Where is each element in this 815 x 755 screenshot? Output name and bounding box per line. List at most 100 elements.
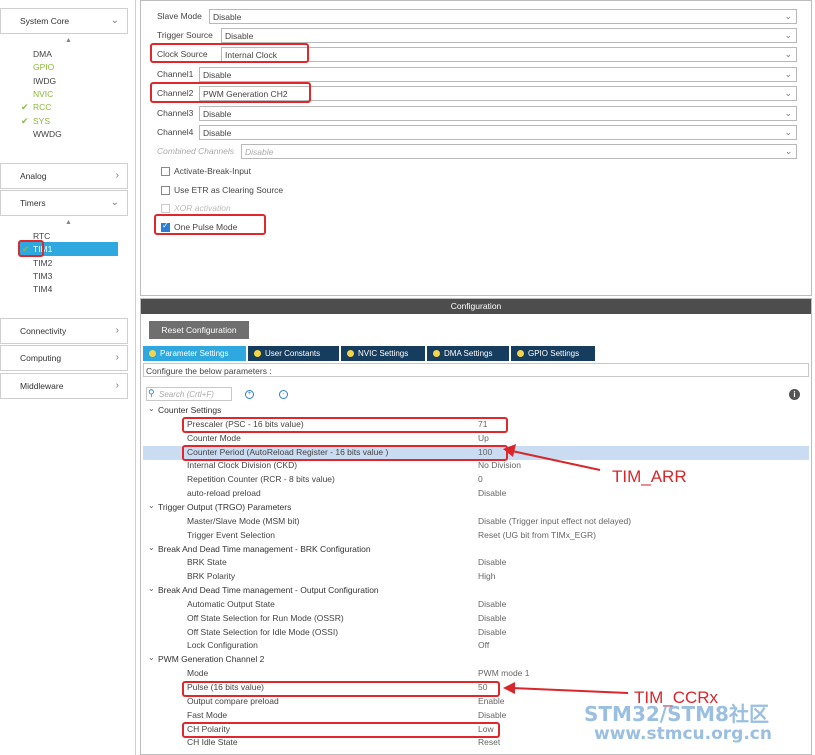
param-value[interactable]: Disable [478,627,506,637]
tab-status-icon [433,350,440,357]
param-value[interactable]: Disable [478,557,506,567]
param-group[interactable]: ⌄ Counter Settings [143,404,809,418]
collapse-icon[interactable]: ⌄ [148,404,155,413]
info-icon[interactable]: i [789,389,800,400]
sidebar: System Core ⌄ ▲ DMA GPIO IWDG NVIC RCC ✔ SYS ✔ W… [0,0,136,755]
param-row[interactable]: Mode PWM mode 1 [143,667,809,681]
sidebar-item-iwdg[interactable]: IWDG [33,76,56,86]
collapse-all-icon[interactable]: - [279,390,288,399]
category-analog[interactable]: Analog › [0,163,128,189]
param-group[interactable]: ⌄ Trigger Output (TRGO) Parameters [143,501,809,515]
param-row[interactable]: Trigger Event Selection Reset (UG bit fro… [143,529,809,543]
sort-icon[interactable]: ▲ [65,219,72,226]
param-name: Counter Mode [187,432,241,443]
chevron-down-icon: ⌄ [784,88,792,98]
configuration-panel: Configuration Reset Configuration Parame… [140,298,812,755]
one-pulse-highlight-box [154,214,266,235]
counter-period-highlight-box [182,445,508,461]
chevron-right-icon: › [115,325,119,336]
param-value[interactable]: Disable (Trigger input effect not delaye… [478,516,631,526]
param-row[interactable]: BRK State Disable [143,556,809,570]
sidebar-item-dma[interactable]: DMA [33,49,52,59]
param-row[interactable]: auto-reload preload Disable [143,487,809,501]
chevron-down-icon: ⌄ [784,49,792,59]
category-label: System Core [20,16,70,26]
mode-select[interactable]: Disable ⌄ [199,125,797,140]
checkbox-box[interactable] [161,167,170,176]
param-name: Break And Dead Time management - BRK Con… [158,543,371,554]
param-value[interactable]: Enable [478,696,504,706]
reset-configuration-button[interactable]: Reset Configuration [149,321,249,339]
param-row[interactable]: Counter Mode Up [143,432,809,446]
sidebar-item-nvic[interactable]: NVIC [33,89,53,99]
mode-row-label: Channel3 [157,108,194,118]
category-computing[interactable]: Computing › [0,345,128,371]
param-group[interactable]: ⌄ Break And Dead Time management - BRK Co… [143,543,809,557]
mode-select[interactable]: Disable ⌄ [209,9,797,24]
param-value[interactable]: Reset (UG bit from TIMx_EGR) [478,530,596,540]
category-middleware[interactable]: Middleware › [0,373,128,399]
tab-label: Parameter Settings [160,349,229,358]
param-row[interactable]: Off State Selection for Run Mode (OSSR) D… [143,612,809,626]
param-name: Mode [187,668,209,679]
param-value[interactable]: Up [478,433,489,443]
param-value[interactable]: Disable [478,599,506,609]
category-connectivity[interactable]: Connectivity › [0,318,128,344]
sidebar-item-tim2[interactable]: TIM2 [33,258,52,268]
param-row[interactable]: Lock Configuration Off [143,639,809,653]
sidebar-item-tim4[interactable]: TIM4 [33,284,52,294]
param-value[interactable]: Disable [478,488,506,498]
param-row[interactable]: BRK Polarity High [143,570,809,584]
tab-label: NVIC Settings [358,349,409,358]
chevron-right-icon: › [115,380,119,391]
param-value[interactable]: PWM mode 1 [478,668,530,678]
param-value[interactable]: Disable [478,710,506,720]
mode-select[interactable]: Disable ⌄ [199,67,797,82]
param-value[interactable]: No Division [478,460,521,470]
category-timers[interactable]: Timers ⌄ [0,190,128,216]
sidebar-item-wwdg[interactable]: WWDG [33,129,62,139]
param-row[interactable]: Repetition Counter (RCR - 8 bits value) 0 [143,473,809,487]
tab-nvic-settings[interactable]: NVIC Settings [341,346,425,361]
param-row[interactable]: Internal Clock Division (CKD) No Division [143,459,809,473]
sidebar-item-tim3[interactable]: TIM3 [33,271,52,281]
mode-row-label: Channel1 [157,69,194,79]
param-value[interactable]: Disable [478,613,506,623]
param-group[interactable]: ⌄ PWM Generation Channel 2 [143,653,809,667]
mode-select[interactable]: Disable ⌄ [221,28,797,43]
mode-select[interactable]: Disable ⌄ [199,106,797,121]
tab-status-icon [254,350,261,357]
sort-icon[interactable]: ▲ [65,37,72,44]
sidebar-item-gpio[interactable]: GPIO [33,62,54,72]
param-row[interactable]: Master/Slave Mode (MSM bit) Disable (Trig… [143,515,809,529]
param-value[interactable]: Reset [478,737,500,747]
param-group[interactable]: ⌄ Break And Dead Time management - Output… [143,584,809,598]
param-row[interactable]: Off State Selection for Idle Mode (OSSI)… [143,626,809,640]
sidebar-item-rcc[interactable]: RCC [33,102,51,112]
collapse-icon[interactable]: ⌄ [148,584,155,593]
tab-gpio-settings[interactable]: GPIO Settings [511,346,595,361]
checkbox-box[interactable] [161,186,170,195]
collapse-icon[interactable]: ⌄ [148,501,155,510]
tab-dma-settings[interactable]: DMA Settings [427,346,509,361]
tab-user-constants[interactable]: User Constants [248,346,339,361]
category-label: Analog [20,171,47,181]
param-value[interactable]: 0 [478,474,483,484]
chevron-down-icon: ⌄ [784,108,792,118]
search-input[interactable]: ⚲ Search (Crtl+F) [146,387,232,401]
search-placeholder: Search (Crtl+F) [159,390,214,399]
sidebar-item-sys[interactable]: SYS [33,116,50,126]
param-row[interactable]: Automatic Output State Disable [143,598,809,612]
category-system-core[interactable]: System Core ⌄ [0,8,128,34]
tab-parameter-settings[interactable]: Parameter Settings [143,346,246,361]
param-value[interactable]: Off [478,640,489,650]
param-name: Trigger Output (TRGO) Parameters [158,501,292,512]
collapse-icon[interactable]: ⌄ [148,543,155,552]
tab-status-icon [517,350,524,357]
param-name: Automatic Output State [187,598,275,609]
collapse-icon[interactable]: ⌄ [148,653,155,662]
param-value[interactable]: High [478,571,495,581]
configuration-header: Configuration [141,299,811,314]
expand-all-icon[interactable]: + [245,390,254,399]
param-name: Break And Dead Time management - Output … [158,585,379,596]
